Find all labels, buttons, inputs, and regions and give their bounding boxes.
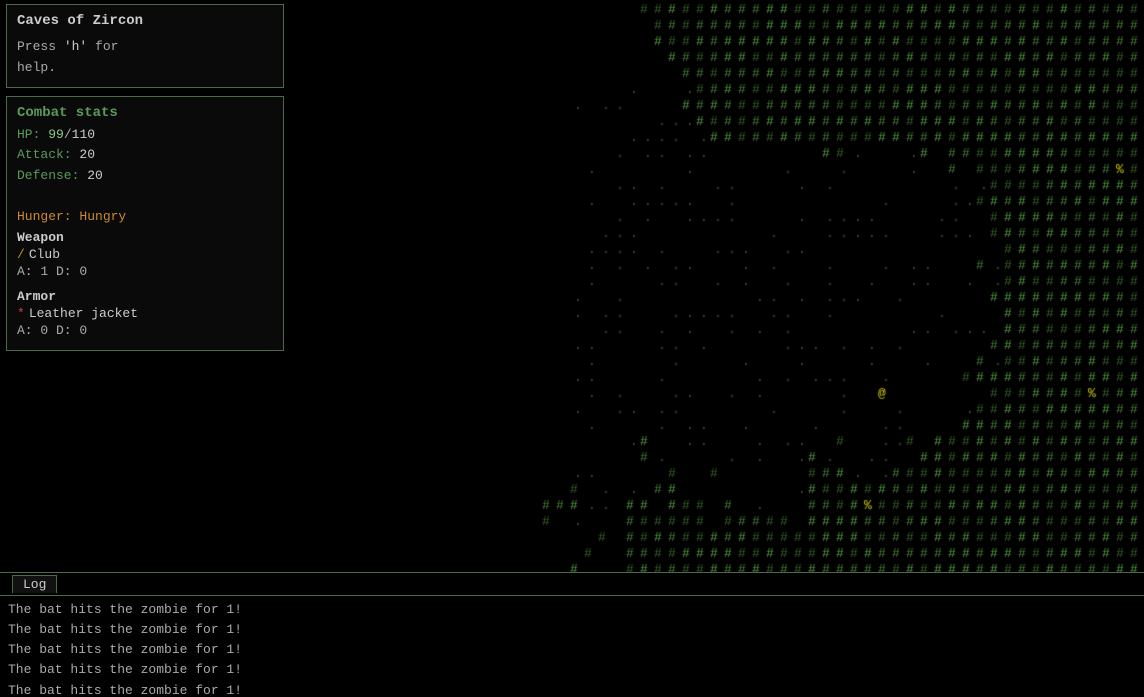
log-message: The bat hits the zombie for 1! [8, 640, 1136, 660]
attack-label: Attack: [17, 147, 79, 162]
defense-label: Defense: [17, 168, 87, 183]
log-tab[interactable]: Log [12, 575, 57, 593]
help-text: Press 'h' forhelp. [17, 37, 273, 79]
hp-sep: / [64, 127, 72, 142]
log-messages: The bat hits the zombie for 1!The bat hi… [0, 596, 1144, 697]
sidebar: Caves of Zircon Press 'h' forhelp. Comba… [0, 0, 290, 572]
help-key: 'h' [64, 39, 87, 54]
hp-stat: HP: 99/110 [17, 125, 273, 146]
log-message: The bat hits the zombie for 1! [8, 660, 1136, 680]
armor-name: Leather jacket [29, 306, 138, 321]
defense-value: 20 [87, 168, 103, 183]
armor-icon: * [17, 306, 25, 321]
log-header: Log [0, 573, 1144, 596]
log-message: The bat hits the zombie for 1! [8, 681, 1136, 697]
attack-stat: Attack: 20 [17, 145, 273, 166]
help-prefix: Press [17, 39, 64, 54]
log-message: The bat hits the zombie for 1! [8, 620, 1136, 640]
weapon-line: / Club [17, 247, 273, 262]
title-panel: Caves of Zircon Press 'h' forhelp. [6, 4, 284, 88]
game-title: Caves of Zircon [17, 13, 273, 29]
log-area: Log The bat hits the zombie for 1!The ba… [0, 572, 1144, 697]
hunger-label: Hunger: [17, 209, 79, 224]
weapon-header: Weapon [17, 230, 273, 245]
armor-stats: A: 0 D: 0 [17, 321, 273, 342]
weapon-name: Club [29, 247, 60, 262]
cave-map [290, 0, 1144, 572]
hunger-value: Hungry [79, 209, 126, 224]
hunger-stat: Hunger: Hungry [17, 209, 273, 224]
game-canvas[interactable] [290, 0, 1144, 572]
weapon-icon: / [17, 247, 25, 262]
hp-label: HP: [17, 127, 48, 142]
attack-value: 20 [79, 147, 95, 162]
combat-header: Combat stats [17, 105, 273, 121]
hp-current: 99 [48, 127, 64, 142]
armor-header: Armor [17, 289, 273, 304]
defense-stat: Defense: 20 [17, 166, 273, 187]
weapon-stats: A: 1 D: 0 [17, 262, 273, 283]
hp-max: 110 [72, 127, 95, 142]
log-message: The bat hits the zombie for 1! [8, 600, 1136, 620]
combat-panel: Combat stats HP: 99/110 Attack: 20 Defen… [6, 96, 284, 351]
armor-line: * Leather jacket [17, 306, 273, 321]
